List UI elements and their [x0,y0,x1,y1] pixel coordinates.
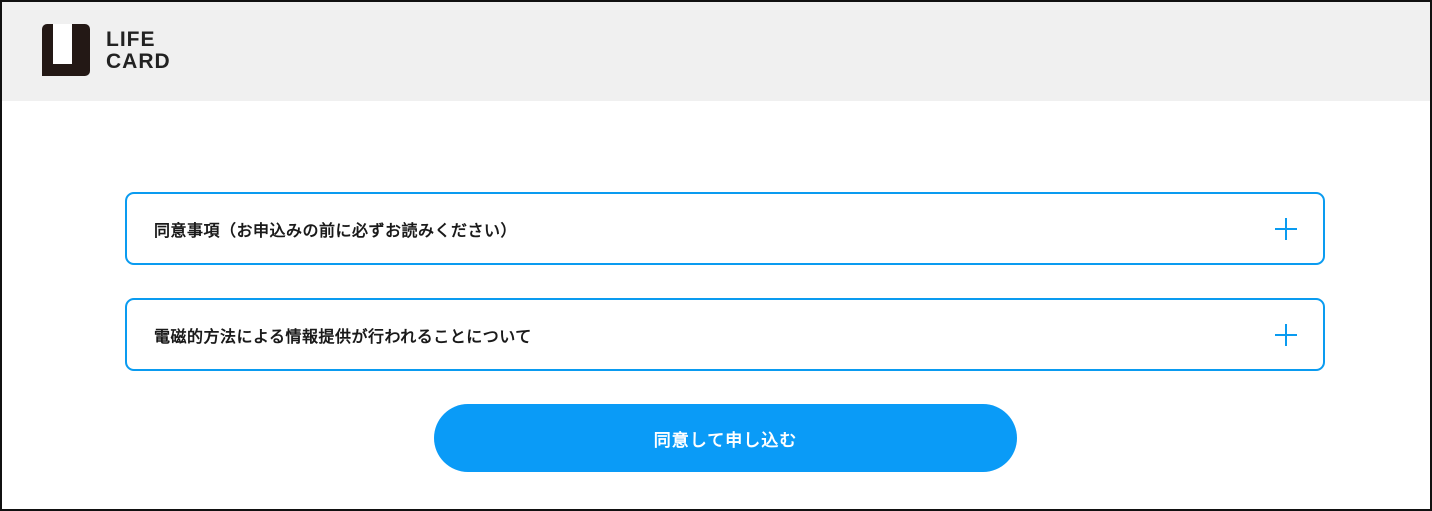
page-frame: LIFE CARD 同意事項（お申込みの前に必ずお読みください） 電磁的方法によ… [0,0,1432,511]
plus-icon[interactable] [1275,323,1297,346]
accordion-consent-terms[interactable]: 同意事項（お申込みの前に必ずお読みください） [125,192,1325,265]
logo-text-card: CARD [106,50,171,73]
accordion-title: 電磁的方法による情報提供が行われることについて [154,326,532,346]
life-card-logo[interactable]: LIFE CARD [40,24,171,78]
logo-text-life: LIFE [106,28,156,51]
logo-wordmark: LIFE CARD [106,29,171,73]
life-card-logo-icon [42,24,90,76]
agree-and-apply-button[interactable]: 同意して申し込む [434,404,1017,472]
accordion-title: 同意事項（お申込みの前に必ずお読みください） [154,220,518,240]
accordion-electronic-information[interactable]: 電磁的方法による情報提供が行われることについて [125,298,1325,371]
plus-icon[interactable] [1275,217,1297,240]
site-header: LIFE CARD [2,2,1430,101]
